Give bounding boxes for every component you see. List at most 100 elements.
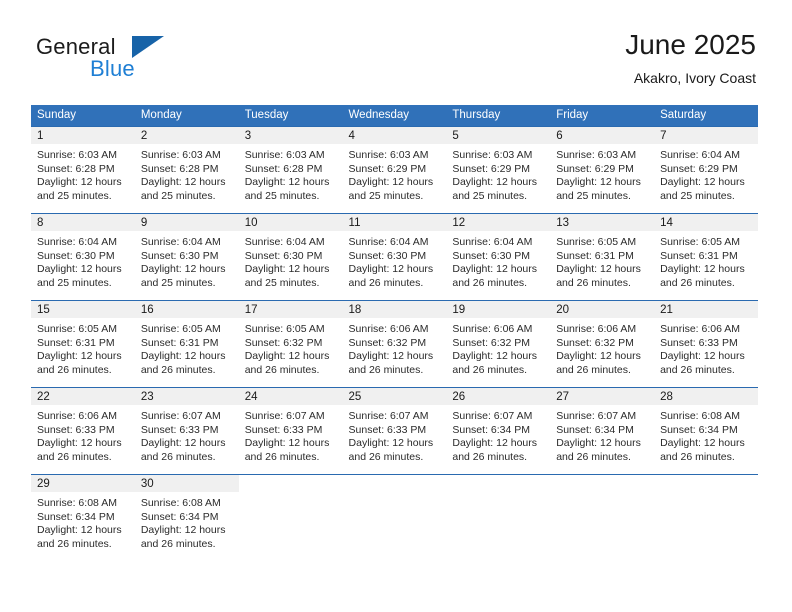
day-number: 21 xyxy=(654,301,758,318)
day-number: 26 xyxy=(446,388,551,405)
weekday-header-tuesday: Tuesday xyxy=(238,105,343,127)
day-cell[interactable]: 1 Sunrise: 6:03 AM Sunset: 6:28 PM Dayli… xyxy=(31,126,135,214)
sunrise-text: Sunrise: 6:07 AM xyxy=(348,410,429,422)
day-cell[interactable]: 4 Sunrise: 6:03 AM Sunset: 6:29 PM Dayli… xyxy=(342,126,447,214)
day-cell[interactable]: 20 Sunrise: 6:06 AM Sunset: 6:32 PM Dayl… xyxy=(550,300,655,388)
week-row: 8 Sunrise: 6:04 AM Sunset: 6:30 PM Dayli… xyxy=(31,213,758,301)
day-cell[interactable]: 21 Sunrise: 6:06 AM Sunset: 6:33 PM Dayl… xyxy=(654,300,758,388)
day-cell[interactable]: 2 Sunrise: 6:03 AM Sunset: 6:28 PM Dayli… xyxy=(134,126,239,214)
day-details: Sunrise: 6:07 AM Sunset: 6:33 PM Dayligh… xyxy=(343,405,447,474)
sunrise-text: Sunrise: 6:04 AM xyxy=(244,236,325,248)
day-cell[interactable]: 3 Sunrise: 6:03 AM Sunset: 6:28 PM Dayli… xyxy=(238,126,343,214)
day-number xyxy=(446,475,551,492)
page-title: June 2025 xyxy=(625,29,756,60)
sunset-text: Sunset: 6:30 PM xyxy=(348,249,427,262)
daylight-text: Daylight: 12 hours and 26 minutes. xyxy=(556,263,641,289)
day-details: Sunrise: 6:05 AM Sunset: 6:31 PM Dayligh… xyxy=(654,231,758,300)
day-details: Sunrise: 6:03 AM Sunset: 6:28 PM Dayligh… xyxy=(31,144,135,213)
day-cell[interactable]: 19 Sunrise: 6:06 AM Sunset: 6:32 PM Dayl… xyxy=(446,300,551,388)
day-number: 9 xyxy=(134,214,239,231)
day-details xyxy=(550,492,654,554)
day-cell[interactable]: 12 Sunrise: 6:04 AM Sunset: 6:30 PM Dayl… xyxy=(446,213,551,301)
calendar-body: 1 Sunrise: 6:03 AM Sunset: 6:28 PM Dayli… xyxy=(31,126,758,561)
weekday-header-friday: Friday xyxy=(550,105,655,127)
day-number: 5 xyxy=(446,127,551,144)
day-number: 22 xyxy=(31,388,135,405)
day-cell[interactable]: 13 Sunrise: 6:05 AM Sunset: 6:31 PM Dayl… xyxy=(550,213,655,301)
day-cell[interactable]: 18 Sunrise: 6:06 AM Sunset: 6:32 PM Dayl… xyxy=(342,300,447,388)
sunrise-text: Sunrise: 6:07 AM xyxy=(244,410,325,422)
day-cell[interactable]: 9 Sunrise: 6:04 AM Sunset: 6:30 PM Dayli… xyxy=(134,213,239,301)
sunset-text: Sunset: 6:34 PM xyxy=(37,510,115,523)
day-cell[interactable]: 28 Sunrise: 6:08 AM Sunset: 6:34 PM Dayl… xyxy=(654,387,758,475)
day-cell[interactable]: 27 Sunrise: 6:07 AM Sunset: 6:34 PM Dayl… xyxy=(550,387,655,475)
sunset-text: Sunset: 6:31 PM xyxy=(556,249,634,262)
sunrise-text: Sunrise: 6:03 AM xyxy=(556,149,637,161)
sunset-text: Sunset: 6:30 PM xyxy=(37,249,115,262)
month-calendar-table: Sunday Monday Tuesday Wednesday Thursday… xyxy=(31,105,758,561)
sunrise-text: Sunrise: 6:07 AM xyxy=(556,410,637,422)
day-number: 16 xyxy=(134,301,239,318)
day-cell[interactable]: 7 Sunrise: 6:04 AM Sunset: 6:29 PM Dayli… xyxy=(654,126,758,214)
day-number xyxy=(238,475,343,492)
sunset-text: Sunset: 6:30 PM xyxy=(140,249,219,262)
day-details: Sunrise: 6:03 AM Sunset: 6:29 PM Dayligh… xyxy=(446,144,550,213)
day-cell[interactable]: 15 Sunrise: 6:05 AM Sunset: 6:31 PM Dayl… xyxy=(31,300,135,388)
day-cell[interactable]: 11 Sunrise: 6:04 AM Sunset: 6:30 PM Dayl… xyxy=(342,213,447,301)
day-details: Sunrise: 6:08 AM Sunset: 6:34 PM Dayligh… xyxy=(135,492,239,561)
day-cell[interactable]: 23 Sunrise: 6:07 AM Sunset: 6:33 PM Dayl… xyxy=(134,387,239,475)
day-number xyxy=(654,475,758,492)
week-row: 1 Sunrise: 6:03 AM Sunset: 6:28 PM Dayli… xyxy=(31,126,758,214)
day-cell[interactable]: 14 Sunrise: 6:05 AM Sunset: 6:31 PM Dayl… xyxy=(654,213,758,301)
day-cell[interactable]: 26 Sunrise: 6:07 AM Sunset: 6:34 PM Dayl… xyxy=(446,387,551,475)
sunset-text: Sunset: 6:28 PM xyxy=(37,162,115,175)
day-cell[interactable]: 16 Sunrise: 6:05 AM Sunset: 6:31 PM Dayl… xyxy=(134,300,239,388)
day-number: 13 xyxy=(550,214,655,231)
day-details: Sunrise: 6:05 AM Sunset: 6:31 PM Dayligh… xyxy=(135,318,239,387)
sunset-text: Sunset: 6:32 PM xyxy=(452,336,531,349)
day-details: Sunrise: 6:05 AM Sunset: 6:32 PM Dayligh… xyxy=(239,318,343,387)
day-number: 28 xyxy=(654,388,758,405)
day-details xyxy=(446,492,550,554)
day-number: 2 xyxy=(134,127,239,144)
day-cell[interactable]: 17 Sunrise: 6:05 AM Sunset: 6:32 PM Dayl… xyxy=(238,300,343,388)
general-blue-logo[interactable]: General Blue xyxy=(36,34,236,86)
daylight-text: Daylight: 12 hours and 26 minutes. xyxy=(660,350,745,376)
day-details: Sunrise: 6:08 AM Sunset: 6:34 PM Dayligh… xyxy=(654,405,758,474)
day-cell-empty xyxy=(342,474,447,561)
day-cell[interactable]: 29 Sunrise: 6:08 AM Sunset: 6:34 PM Dayl… xyxy=(31,474,135,561)
weekday-header-row: Sunday Monday Tuesday Wednesday Thursday… xyxy=(31,105,758,127)
day-cell[interactable]: 6 Sunrise: 6:03 AM Sunset: 6:29 PM Dayli… xyxy=(550,126,655,214)
sunset-text: Sunset: 6:29 PM xyxy=(348,162,427,175)
day-number xyxy=(342,475,447,492)
daylight-text: Daylight: 12 hours and 26 minutes. xyxy=(348,437,434,463)
daylight-text: Daylight: 12 hours and 26 minutes. xyxy=(244,350,330,376)
day-cell[interactable]: 24 Sunrise: 6:07 AM Sunset: 6:33 PM Dayl… xyxy=(238,387,343,475)
sunset-text: Sunset: 6:31 PM xyxy=(140,336,219,349)
sunset-text: Sunset: 6:32 PM xyxy=(556,336,634,349)
daylight-text: Daylight: 12 hours and 26 minutes. xyxy=(660,263,745,289)
calendar-page: General Blue June 2025 Akakro, Ivory Coa… xyxy=(0,0,792,612)
daylight-text: Daylight: 12 hours and 26 minutes. xyxy=(556,350,641,376)
day-number: 23 xyxy=(134,388,239,405)
day-details: Sunrise: 6:06 AM Sunset: 6:33 PM Dayligh… xyxy=(654,318,758,387)
day-details: Sunrise: 6:06 AM Sunset: 6:32 PM Dayligh… xyxy=(446,318,550,387)
week-row: 29 Sunrise: 6:08 AM Sunset: 6:34 PM Dayl… xyxy=(31,474,758,561)
day-cell[interactable]: 30 Sunrise: 6:08 AM Sunset: 6:34 PM Dayl… xyxy=(134,474,239,561)
day-cell[interactable]: 8 Sunrise: 6:04 AM Sunset: 6:30 PM Dayli… xyxy=(31,213,135,301)
day-cell[interactable]: 10 Sunrise: 6:04 AM Sunset: 6:30 PM Dayl… xyxy=(238,213,343,301)
day-details xyxy=(343,492,447,554)
sunrise-text: Sunrise: 6:05 AM xyxy=(244,323,325,335)
daylight-text: Daylight: 12 hours and 26 minutes. xyxy=(140,437,226,463)
day-cell[interactable]: 25 Sunrise: 6:07 AM Sunset: 6:33 PM Dayl… xyxy=(342,387,447,475)
day-cell-empty xyxy=(550,474,655,561)
daylight-text: Daylight: 12 hours and 25 minutes. xyxy=(37,176,122,202)
day-details: Sunrise: 6:04 AM Sunset: 6:30 PM Dayligh… xyxy=(239,231,343,300)
daylight-text: Daylight: 12 hours and 25 minutes. xyxy=(348,176,434,202)
daylight-text: Daylight: 12 hours and 25 minutes. xyxy=(244,263,330,289)
day-cell[interactable]: 22 Sunrise: 6:06 AM Sunset: 6:33 PM Dayl… xyxy=(31,387,135,475)
day-cell[interactable]: 5 Sunrise: 6:03 AM Sunset: 6:29 PM Dayli… xyxy=(446,126,551,214)
calendar-header-row-group: Sunday Monday Tuesday Wednesday Thursday… xyxy=(31,105,758,127)
sunset-text: Sunset: 6:28 PM xyxy=(140,162,219,175)
sunrise-text: Sunrise: 6:06 AM xyxy=(348,323,429,335)
